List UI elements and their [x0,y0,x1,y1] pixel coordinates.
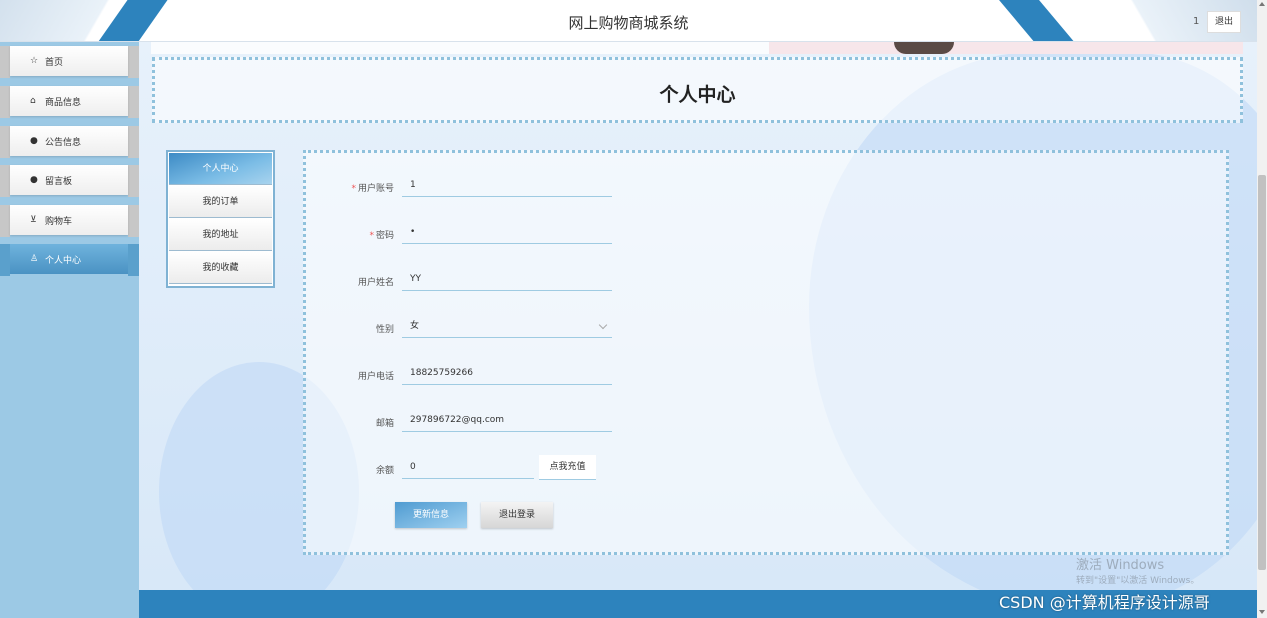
menu-wing-right [128,165,139,197]
sidebar-item-products[interactable]: ⌂ 商品信息 [0,82,139,122]
menu-wing-left [0,86,10,118]
info-icon: ● [30,136,38,146]
tab-favorites[interactable]: 我的收藏 [169,252,272,284]
sidebar-item-label: 公告信息 [45,137,82,148]
vertical-scrollbar[interactable] [1257,0,1267,618]
menu-wing-left [0,165,10,197]
account-input[interactable]: 1 [402,173,612,197]
user-icon: ♙ [30,254,39,264]
sidebar-item-label: 商品信息 [45,97,82,108]
header-logout-button[interactable]: 退出 [1207,11,1241,33]
menu-wing-right [128,244,139,276]
update-info-button[interactable]: 更新信息 [395,502,467,528]
sidebar-item-button[interactable]: ⌂ 商品信息 [10,86,128,116]
sidebar-item-button[interactable]: ♙ 个人中心 [10,244,128,274]
page-title: 个人中心 [659,84,736,106]
sidebar-item-label: 购物车 [45,216,73,227]
name-label: 用户姓名 [357,278,394,288]
sidebar-item-home[interactable]: ☆ 首页 [0,42,139,82]
scroll-down-icon[interactable] [1259,610,1265,614]
csdn-watermark: CSDN @计算机程序设计源哥 [999,593,1210,612]
scroll-up-icon[interactable] [1259,2,1265,6]
balance-input[interactable]: 0 [402,455,534,479]
recharge-button[interactable]: 点我充值 [539,455,596,480]
windows-activation-title: 激活 Windows [1076,558,1165,573]
question-icon: ● [30,175,38,185]
menu-wing-left [0,46,10,78]
banner-remnant [769,42,1243,54]
menu-wing-left [0,244,10,276]
app-title: 网上购物商城系统 [568,14,689,32]
banner-photo [894,42,954,54]
gender-label: 性别 [375,325,394,335]
top-header: 网上购物商城系统 1 退出 [0,0,1257,42]
password-input[interactable]: • [402,220,612,244]
password-label: * 密码 [369,231,394,241]
page-title-panel: 个人中心 [152,57,1243,123]
email-label: 邮箱 [375,419,394,429]
chevron-down-icon [598,320,608,330]
profile-tabs: 个人中心 我的订单 我的地址 我的收藏 [166,150,275,288]
required-mark: * [369,231,374,241]
star-icon: ☆ [30,56,39,66]
sidebar-item-button[interactable]: ☆ 首页 [10,46,128,76]
phone-label: 用户电话 [357,372,394,382]
name-input[interactable]: YY [402,267,612,291]
sidebar: ☆ 首页 ⌂ 商品信息 ● 公告信息 ● 留言板 ⊻ 购物车 ♙ 个人中心 [0,42,139,618]
tab-addresses[interactable]: 我的地址 [169,219,272,251]
sidebar-item-button[interactable]: ● 留言板 [10,165,128,195]
main-content: 个人中心 个人中心 我的订单 我的地址 我的收藏 * 用户账号 1 * 密码 • 用… [139,42,1257,590]
profile-form: * 用户账号 1 * 密码 • 用户姓名 YY 性别 女 用户电话 18825759… [303,150,1229,555]
gender-value: 女 [410,321,420,331]
sidebar-item-button[interactable]: ● 公告信息 [10,126,128,156]
scrollbar-thumb[interactable] [1258,175,1266,570]
cart-icon: ⊻ [30,215,37,225]
sidebar-item-notices[interactable]: ● 公告信息 [0,122,139,162]
required-mark: * [351,184,356,194]
sidebar-item-cart[interactable]: ⊻ 购物车 [0,201,139,241]
sidebar-item-label: 留言板 [45,176,73,187]
balance-label: 余额 [375,466,394,476]
menu-wing-right [128,86,139,118]
menu-wing-right [128,126,139,158]
sidebar-item-label: 个人中心 [45,255,82,266]
menu-wing-left [0,126,10,158]
windows-activation-subtitle: 转到"设置"以激活 Windows。 [1076,576,1200,586]
tab-profile[interactable]: 个人中心 [169,153,272,185]
tab-orders[interactable]: 我的订单 [169,186,272,218]
account-label: * 用户账号 [351,184,394,194]
sidebar-item-profile[interactable]: ♙ 个人中心 [0,240,139,280]
banner-remnant [151,42,769,54]
menu-wing-right [128,46,139,78]
phone-input[interactable]: 18825759266 [402,361,612,385]
current-username: 1 [1193,16,1200,27]
sidebar-item-messages[interactable]: ● 留言板 [0,161,139,201]
bag-icon: ⌂ [30,96,36,106]
email-input[interactable]: 297896722@qq.com [402,408,612,432]
menu-wing-left [0,205,10,237]
gender-select[interactable]: 女 [402,314,612,338]
menu-wing-right [128,205,139,237]
logout-button[interactable]: 退出登录 [481,502,553,528]
sidebar-item-button[interactable]: ⊻ 购物车 [10,205,128,235]
sidebar-item-label: 首页 [45,57,64,68]
